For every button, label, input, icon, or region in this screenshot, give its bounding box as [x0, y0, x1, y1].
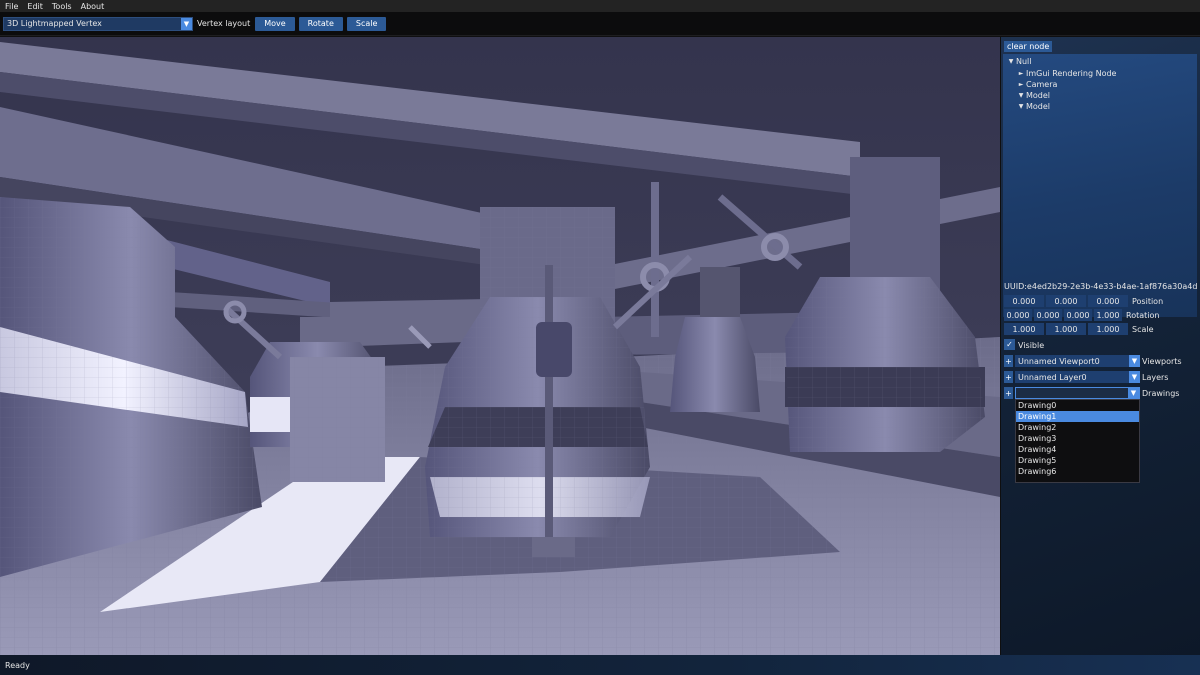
menu-about[interactable]: About	[81, 2, 105, 11]
chevron-down-icon[interactable]: ▼	[1129, 355, 1140, 367]
drawings-label: Drawings	[1142, 389, 1180, 398]
menu-bar: File Edit Tools About	[0, 0, 1200, 12]
drawings-dropdown[interactable]: Drawing0 Drawing1 Drawing2 Drawing3 Draw…	[1015, 399, 1140, 483]
dropdown-option[interactable]: Drawing4	[1016, 444, 1139, 455]
tree-node-null[interactable]: ▼ Null	[1006, 56, 1032, 67]
rotation-x-field[interactable]: 0.000	[1004, 309, 1032, 321]
scene-render	[0, 37, 1000, 655]
caret-right-icon[interactable]: ►	[1016, 70, 1026, 77]
rotation-w-field[interactable]: 1.000	[1094, 309, 1122, 321]
tree-node-label: Camera	[1026, 80, 1058, 89]
caret-down-icon[interactable]: ▼	[1006, 58, 1016, 65]
tree-node-model[interactable]: ▼ Model	[1016, 101, 1050, 112]
add-drawing-button[interactable]: +	[1004, 387, 1013, 399]
tree-node-imgui[interactable]: ► ImGui Rendering Node	[1016, 68, 1117, 79]
clear-node-button[interactable]: clear node	[1004, 41, 1053, 52]
vertex-layout-value: 3D Lightmapped Vertex	[7, 19, 102, 28]
status-bar: Ready	[0, 655, 1200, 675]
dropdown-option[interactable]: Drawing3	[1016, 433, 1139, 444]
menu-tools[interactable]: Tools	[52, 2, 72, 11]
rotation-y-field[interactable]: 0.000	[1034, 309, 1062, 321]
position-row: 0.000 0.000 0.000 Position	[1004, 295, 1163, 307]
scale-x-field[interactable]: 1.000	[1004, 323, 1044, 335]
scale-label: Scale	[1132, 324, 1154, 334]
rotation-z-field[interactable]: 0.000	[1064, 309, 1092, 321]
tree-node-label: Model	[1026, 91, 1051, 100]
chevron-down-icon[interactable]: ▼	[181, 17, 192, 30]
chevron-down-icon[interactable]: ▼	[1129, 371, 1140, 383]
node-uuid: UUID:e4ed2b29-2e3b-4e33-b4ae-1af876a30a4…	[1004, 282, 1198, 291]
status-text: Ready	[5, 660, 30, 670]
dropdown-option[interactable]: Drawing0	[1016, 400, 1139, 411]
position-z-field[interactable]: 0.000	[1088, 295, 1128, 307]
scale-row: 1.000 1.000 1.000 Scale	[1004, 323, 1154, 335]
visible-checkbox[interactable]: ✓	[1004, 339, 1015, 350]
rotation-row: 0.000 0.000 0.000 1.000 Rotation	[1004, 309, 1159, 321]
position-y-field[interactable]: 0.000	[1046, 295, 1086, 307]
tree-node-label: ImGui Rendering Node	[1026, 69, 1117, 78]
add-viewport-button[interactable]: +	[1004, 355, 1013, 367]
viewports-label: Viewports	[1142, 357, 1182, 366]
layers-select[interactable]: Unnamed Layer0 ▼	[1015, 371, 1140, 383]
vertex-layout-select[interactable]: 3D Lightmapped Vertex ▼	[3, 16, 193, 31]
scale-button[interactable]: Scale	[346, 16, 387, 31]
menu-edit[interactable]: Edit	[27, 2, 43, 11]
rotate-button[interactable]: Rotate	[298, 16, 343, 31]
position-x-field[interactable]: 0.000	[1004, 295, 1044, 307]
dropdown-option[interactable]: Drawing6	[1016, 466, 1139, 477]
menu-file[interactable]: File	[5, 2, 18, 11]
position-label: Position	[1132, 296, 1164, 306]
move-button[interactable]: Move	[255, 16, 295, 31]
layers-value: Unnamed Layer0	[1018, 372, 1087, 382]
toolbar: 3D Lightmapped Vertex ▼ Vertex layout Mo…	[0, 12, 1200, 36]
tree-node-model[interactable]: ▼ Model	[1016, 90, 1050, 101]
dropdown-option[interactable]: Drawing2	[1016, 422, 1139, 433]
add-layer-button[interactable]: +	[1004, 371, 1013, 383]
viewports-select[interactable]: Unnamed Viewport0 ▼	[1015, 355, 1140, 367]
dropdown-option-selected[interactable]: Drawing1	[1016, 411, 1139, 422]
caret-down-icon[interactable]: ▼	[1016, 103, 1026, 110]
tree-node-camera[interactable]: ► Camera	[1016, 79, 1058, 90]
chevron-down-icon[interactable]: ▼	[1128, 387, 1139, 399]
scale-y-field[interactable]: 1.000	[1046, 323, 1086, 335]
scale-z-field[interactable]: 1.000	[1088, 323, 1128, 335]
properties-panel: clear node ▼ Null ► ImGui Rendering Node…	[1001, 37, 1200, 661]
tree-node-label: Null	[1016, 57, 1032, 66]
viewports-value: Unnamed Viewport0	[1018, 356, 1100, 366]
layers-label: Layers	[1142, 373, 1169, 382]
caret-down-icon[interactable]: ▼	[1016, 92, 1026, 99]
3d-viewport[interactable]	[0, 37, 1000, 655]
visible-label: Visible	[1018, 341, 1045, 350]
drawings-select[interactable]: ▼	[1015, 387, 1140, 399]
vertex-layout-label: Vertex layout	[197, 19, 251, 28]
status-bar-background	[0, 655, 1200, 675]
scene-tree[interactable]: ▼ Null ► ImGui Rendering Node ► Camera ▼…	[1003, 54, 1197, 317]
rotation-label: Rotation	[1126, 310, 1160, 320]
dropdown-option[interactable]: Drawing5	[1016, 455, 1139, 466]
caret-right-icon[interactable]: ►	[1016, 81, 1026, 88]
tree-node-label: Model	[1026, 102, 1051, 111]
